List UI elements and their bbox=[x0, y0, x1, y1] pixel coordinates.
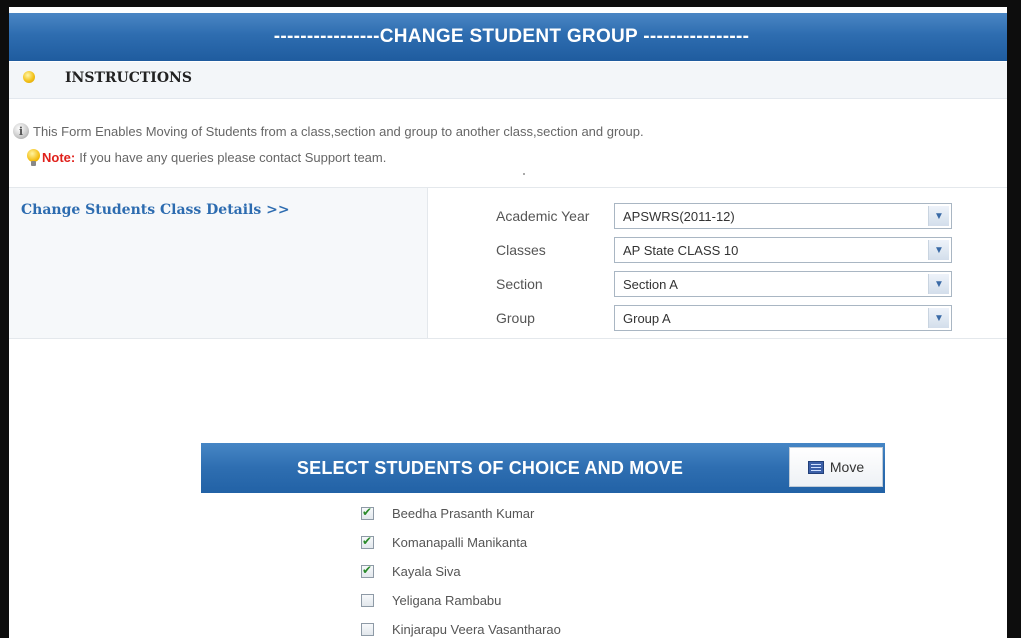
class-details-section: Change Students Class Details >> Academi… bbox=[9, 187, 1007, 339]
student-checkbox[interactable] bbox=[361, 563, 374, 578]
student-checkbox[interactable] bbox=[361, 593, 374, 607]
select-students-title: SELECT STUDENTS OF CHOICE AND MOVE bbox=[296, 457, 684, 478]
academic-year-row: Academic Year APSWRS(2011-12) ▼ bbox=[496, 202, 952, 230]
note-line: Note: If you have any queries please con… bbox=[27, 149, 386, 166]
instructions-label: INSTRUCTIONS bbox=[65, 70, 192, 86]
classes-row: Classes AP State CLASS 10 ▼ bbox=[496, 236, 952, 264]
list-item: Kinjarapu Veera Vasantharao bbox=[361, 616, 561, 638]
student-name: Kayala Siva bbox=[392, 563, 461, 579]
class-details-sidebar: Change Students Class Details >> bbox=[9, 188, 428, 338]
chevron-down-icon[interactable]: ▼ bbox=[928, 206, 949, 226]
section-row: Section Section A ▼ bbox=[496, 270, 952, 298]
select-students-header: SELECT STUDENTS OF CHOICE AND MOVE Move bbox=[201, 443, 885, 493]
academic-year-label: Academic Year bbox=[496, 208, 590, 224]
group-label: Group bbox=[496, 310, 535, 326]
info-icon: i bbox=[13, 123, 29, 139]
move-icon bbox=[807, 460, 824, 474]
group-select[interactable]: Group A ▼ bbox=[614, 305, 952, 331]
lightbulb-icon bbox=[27, 149, 40, 166]
chevron-down-icon[interactable]: ▼ bbox=[928, 274, 949, 294]
list-item: Komanapalli Manikanta bbox=[361, 529, 561, 555]
separator-dot bbox=[523, 173, 525, 175]
classes-select[interactable]: AP State CLASS 10 ▼ bbox=[614, 237, 952, 263]
info-line: i This Form Enables Moving of Students f… bbox=[13, 123, 644, 139]
student-name: Beedha Prasanth Kumar bbox=[392, 505, 535, 521]
student-name: Kinjarapu Veera Vasantharao bbox=[392, 621, 561, 637]
student-list: Beedha Prasanth Kumar Komanapalli Manika… bbox=[361, 500, 561, 638]
info-text: This Form Enables Moving of Students fro… bbox=[33, 123, 644, 139]
academic-year-value: APSWRS(2011-12) bbox=[623, 208, 735, 224]
chevron-down-icon[interactable]: ▼ bbox=[928, 240, 949, 260]
page-frame: ----------------CHANGE STUDENT GROUP ---… bbox=[0, 0, 1021, 638]
list-item: Yeligana Rambabu bbox=[361, 587, 561, 613]
move-button-label: Move bbox=[829, 459, 865, 475]
student-name: Komanapalli Manikanta bbox=[392, 534, 528, 550]
instructions-header: INSTRUCTIONS bbox=[9, 62, 1007, 99]
section-label: Section bbox=[496, 276, 543, 292]
classes-value: AP State CLASS 10 bbox=[623, 242, 739, 258]
section-select[interactable]: Section A ▼ bbox=[614, 271, 952, 297]
group-value: Group A bbox=[623, 310, 671, 326]
note-text: If you have any queries please contact S… bbox=[79, 150, 387, 165]
section-value: Section A bbox=[623, 276, 678, 292]
note-label: Note: bbox=[42, 150, 76, 165]
student-checkbox[interactable] bbox=[361, 505, 374, 520]
page-title-bar: ----------------CHANGE STUDENT GROUP ---… bbox=[9, 13, 1007, 61]
list-item: Kayala Siva bbox=[361, 558, 561, 584]
student-checkbox[interactable] bbox=[361, 534, 374, 549]
bullet-icon bbox=[23, 71, 35, 83]
chevron-down-icon[interactable]: ▼ bbox=[928, 308, 949, 328]
group-row: Group Group A ▼ bbox=[496, 304, 952, 332]
list-item: Beedha Prasanth Kumar bbox=[361, 500, 561, 526]
student-checkbox[interactable] bbox=[361, 622, 374, 636]
student-name: Yeligana Rambabu bbox=[392, 592, 502, 608]
change-class-details-link[interactable]: Change Students Class Details >> bbox=[21, 202, 290, 218]
move-button[interactable]: Move bbox=[789, 447, 883, 487]
academic-year-select[interactable]: APSWRS(2011-12) ▼ bbox=[614, 203, 952, 229]
classes-label: Classes bbox=[496, 242, 546, 258]
page-title: ----------------CHANGE STUDENT GROUP ---… bbox=[273, 26, 750, 47]
